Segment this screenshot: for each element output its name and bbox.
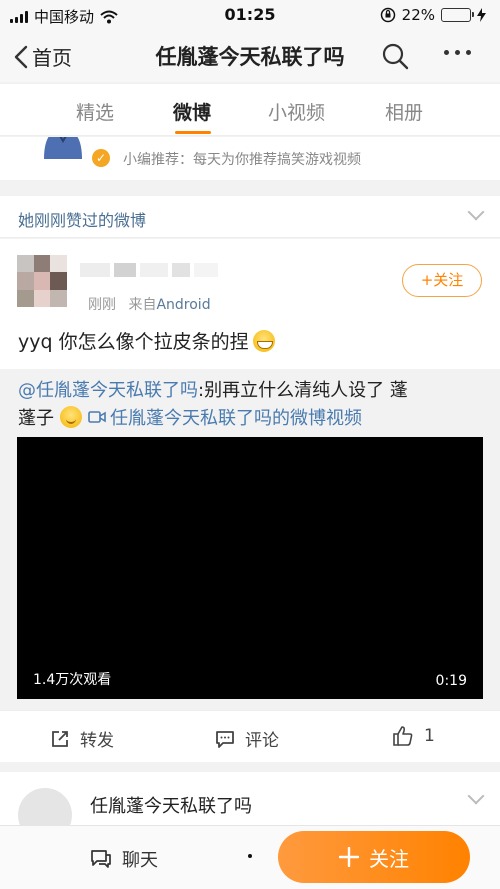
post-source[interactable]: Android bbox=[156, 297, 210, 313]
like-count: 1 bbox=[424, 726, 435, 746]
smile-emoji-icon bbox=[60, 406, 82, 428]
tab-weibo[interactable]: 微博 bbox=[173, 98, 211, 125]
share-icon bbox=[52, 730, 68, 747]
status-right: 22% bbox=[380, 6, 486, 24]
plus-icon bbox=[339, 847, 359, 867]
chevron-down-icon bbox=[467, 203, 485, 221]
repost-button[interactable]: 转发 bbox=[50, 726, 114, 751]
page-title: 任胤蓬今天私联了吗 bbox=[155, 45, 345, 69]
second-card-name: 任胤蓬今天私联了吗 bbox=[90, 796, 252, 817]
active-tab-indicator bbox=[175, 131, 211, 134]
status-bar: 中国移动 01:25 22% bbox=[0, 0, 500, 30]
tab-short-video[interactable]: 小视频 bbox=[268, 98, 325, 125]
like-button[interactable]: 1 bbox=[392, 726, 435, 746]
follow-main-button[interactable]: 关注 bbox=[278, 831, 470, 883]
repost-text-line-2: 蓬子 任胤蓬今天私联了吗的微博视频 bbox=[18, 404, 362, 430]
battery-percent: 22% bbox=[401, 6, 435, 24]
profile-tabs: 精选 微博 小视频 相册 bbox=[0, 84, 500, 136]
follow-button[interactable]: +关注 bbox=[402, 264, 482, 297]
tab-album[interactable]: 相册 bbox=[385, 98, 423, 125]
verified-badge-icon: ✓ bbox=[92, 149, 110, 167]
more-icon[interactable] bbox=[444, 50, 471, 55]
video-player[interactable]: 1.4万次观看 0:19 bbox=[17, 437, 483, 699]
second-post-card[interactable]: 任胤蓬今天私联了吗 bbox=[0, 772, 500, 842]
chat-button[interactable]: 聊天 bbox=[90, 846, 158, 872]
comment-icon bbox=[216, 730, 234, 748]
video-camera-icon bbox=[88, 411, 106, 423]
post-body: yyq 你怎么像个拉皮条的捏 bbox=[18, 331, 249, 353]
home-indicator bbox=[248, 854, 252, 858]
liked-section-header[interactable]: 她刚刚赞过的微博 bbox=[0, 196, 500, 238]
reposted-content[interactable]: @任胤蓬今天私联了吗:别再立什么清纯人设了 蓬 蓬子 任胤蓬今天私联了吗的微博视… bbox=[0, 369, 500, 709]
repost-label: 转发 bbox=[80, 731, 114, 751]
author-name-blurred[interactable] bbox=[80, 259, 225, 281]
post-time: 刚刚 bbox=[88, 297, 116, 313]
post-actions: 转发 评论 1 bbox=[0, 710, 500, 762]
comment-button[interactable]: 评论 bbox=[215, 726, 279, 751]
follow-main-label: 关注 bbox=[369, 846, 409, 871]
search-icon[interactable] bbox=[381, 42, 409, 70]
repost-text-line-1: @任胤蓬今天私联了吗:别再立什么清纯人设了 蓬 bbox=[18, 376, 408, 402]
repost-text-1: :别再立什么清纯人设了 蓬 bbox=[198, 380, 408, 401]
mention-link[interactable]: @任胤蓬今天私联了吗 bbox=[18, 380, 198, 401]
video-link-label: 任胤蓬今天私联了吗的微博视频 bbox=[110, 408, 362, 429]
post-card: 刚刚 来自Android +关注 yyq 你怎么像个拉皮条的捏 @任胤蓬今天私联… bbox=[0, 239, 500, 709]
video-duration: 0:19 bbox=[435, 673, 467, 689]
recommendation-strip[interactable]: ✓ 小编推荐：每天为你推荐搞笑游戏视频 bbox=[0, 137, 500, 180]
cartoon-avatar bbox=[44, 137, 82, 159]
thumbs-up-icon bbox=[393, 726, 413, 746]
post-text: yyq 你怎么像个拉皮条的捏 bbox=[18, 327, 275, 354]
post-meta: 刚刚 来自Android bbox=[88, 294, 211, 314]
recommendation-text: 小编推荐：每天为你推荐搞笑游戏视频 bbox=[123, 152, 361, 168]
liked-section-label: 她刚刚赞过的微博 bbox=[18, 211, 147, 230]
repost-text-2: 蓬子 bbox=[18, 408, 54, 429]
battery-icon bbox=[441, 8, 474, 22]
tab-featured[interactable]: 精选 bbox=[76, 98, 114, 125]
nav-bar: 首页 任胤蓬今天私联了吗 bbox=[0, 30, 500, 82]
grin-emoji-icon bbox=[252, 329, 275, 352]
post-source-prefix: 来自 bbox=[128, 297, 157, 313]
chevron-down-icon[interactable] bbox=[467, 787, 485, 805]
comment-label: 评论 bbox=[245, 731, 279, 751]
avatar[interactable] bbox=[17, 255, 67, 307]
charging-icon bbox=[477, 8, 486, 22]
video-link[interactable]: 任胤蓬今天私联了吗的微博视频 bbox=[88, 404, 362, 430]
chat-icon bbox=[91, 850, 111, 868]
rotation-lock-icon bbox=[380, 7, 395, 23]
chat-label: 聊天 bbox=[122, 850, 158, 871]
video-views: 1.4万次观看 bbox=[33, 672, 112, 688]
